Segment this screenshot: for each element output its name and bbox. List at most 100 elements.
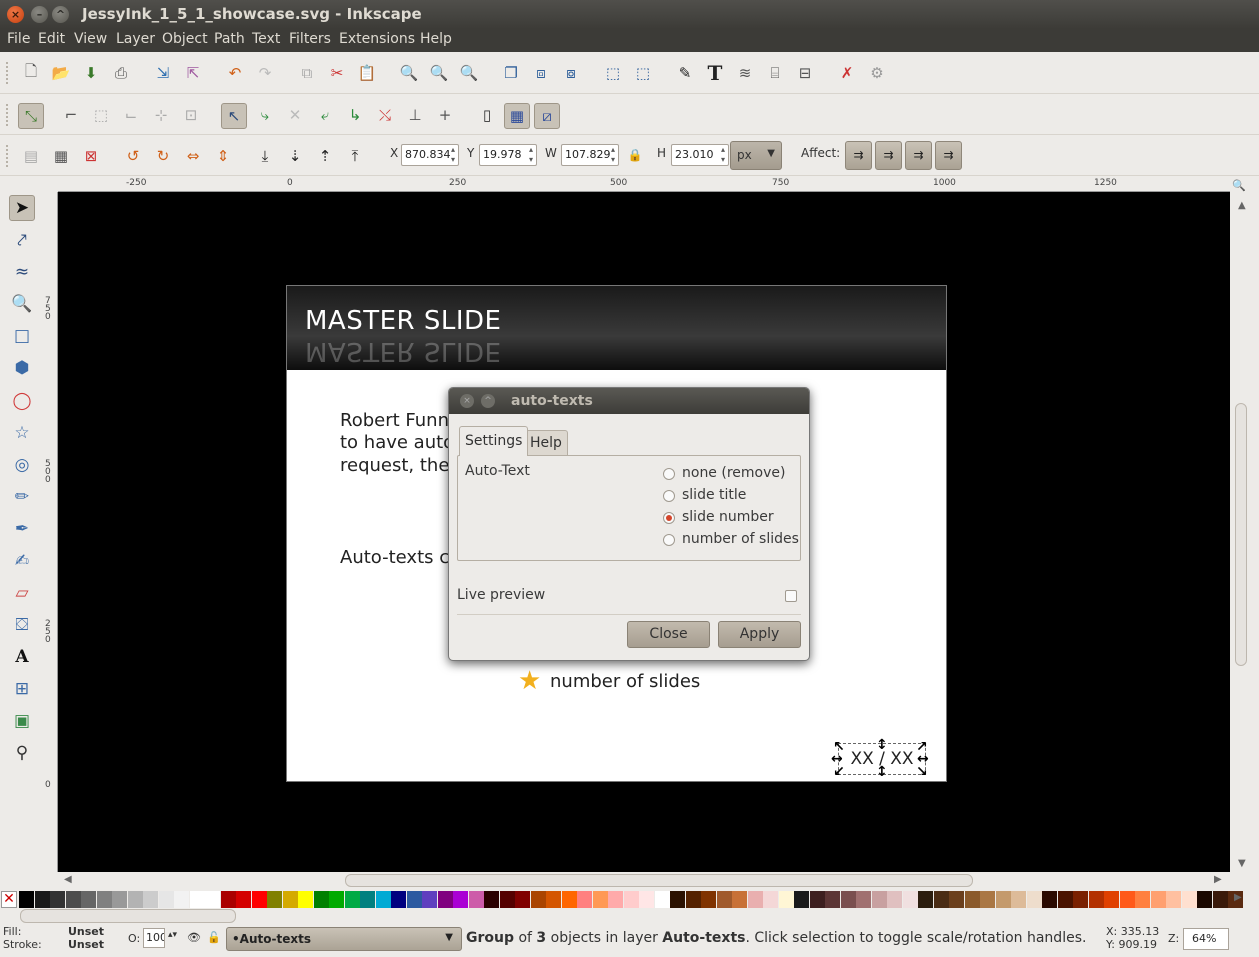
scale-handle-icon[interactable]: ↕ — [876, 765, 888, 779]
ellipse-tool-icon[interactable]: ◯ — [9, 388, 35, 414]
flip-horizontal-icon[interactable]: ⇔ — [182, 145, 204, 167]
zoom-drawing-icon[interactable]: 🔍 — [428, 62, 450, 84]
color-swatch[interactable] — [484, 891, 499, 908]
3d-box-tool-icon[interactable]: ⬢ — [9, 355, 35, 381]
gradient-tool-icon[interactable]: ▣ — [9, 708, 35, 734]
menu-object[interactable]: Object — [162, 31, 208, 47]
color-swatch[interactable] — [112, 891, 127, 908]
color-swatch[interactable] — [515, 891, 530, 908]
scroll-down-icon[interactable]: ▼ — [1238, 858, 1246, 869]
color-swatch[interactable] — [468, 891, 484, 908]
select-all-layers-icon[interactable]: ▦ — [50, 145, 72, 167]
h-spinbox[interactable]: 23.010 — [671, 144, 729, 166]
calligraphy-tool-icon[interactable]: ✍ — [9, 548, 35, 574]
connector-tool-icon[interactable]: ⊞ — [9, 676, 35, 702]
color-swatch[interactable] — [809, 891, 825, 908]
fill-stroke-icon[interactable]: ✎ — [674, 62, 696, 84]
color-swatch[interactable] — [360, 891, 375, 908]
scroll-left-icon[interactable]: ◀ — [64, 874, 72, 885]
pen-tool-icon[interactable]: ✒ — [9, 516, 35, 542]
color-swatch[interactable] — [701, 891, 716, 908]
unlink-clone-icon[interactable]: ⧇ — [560, 62, 582, 84]
color-swatch[interactable] — [1042, 891, 1057, 908]
stroke-value[interactable]: Unset — [68, 938, 104, 951]
color-swatch[interactable] — [1135, 891, 1150, 908]
save-icon[interactable]: ⬇ — [80, 62, 102, 84]
option-number-of-slides-label[interactable]: number of slides — [682, 531, 799, 547]
color-swatch[interactable] — [391, 891, 406, 908]
snap-midpoints-icon[interactable]: ⤯ — [374, 104, 396, 126]
color-swatch[interactable] — [282, 891, 298, 908]
paint-bucket-tool-icon[interactable]: ⛋ — [9, 612, 35, 638]
snap-bbox-center-icon[interactable]: ⊡ — [180, 104, 202, 126]
option-slide-number-label[interactable]: slide number — [682, 509, 774, 525]
rectangle-tool-icon[interactable]: □ — [9, 323, 35, 349]
slide-body-line[interactable]: to have auto — [340, 432, 454, 455]
tab-help[interactable]: Help — [524, 430, 568, 456]
color-swatch[interactable] — [561, 891, 577, 908]
option-slide-title-label[interactable]: slide title — [682, 487, 746, 503]
menu-filters[interactable]: Filters — [289, 31, 331, 47]
color-swatch[interactable] — [1088, 891, 1104, 908]
color-swatch[interactable] — [220, 891, 236, 908]
xml-editor-icon[interactable]: ⌸ — [764, 62, 786, 84]
menu-file[interactable]: File — [7, 31, 30, 47]
snap-page-border-icon[interactable]: ▯ — [476, 104, 498, 126]
paste-icon[interactable]: 📋 — [356, 62, 378, 84]
color-swatch[interactable] — [763, 891, 778, 908]
affect-corners-button[interactable]: ⇉ — [875, 141, 902, 170]
open-icon[interactable]: 📂 — [50, 62, 72, 84]
color-swatch[interactable] — [437, 891, 453, 908]
layer-select[interactable]: •Auto-texts ▼ — [226, 927, 462, 951]
zoom-page-icon[interactable]: 🔍 — [458, 62, 480, 84]
zoom-corner-icon[interactable]: 🔍 — [1232, 178, 1246, 192]
opacity-spin-icon[interactable]: ▴▾ — [168, 930, 177, 940]
color-swatch[interactable] — [546, 891, 561, 908]
snap-cusp-icon[interactable]: ⤶ — [314, 104, 336, 126]
align-distribute-icon[interactable]: ⊟ — [794, 62, 816, 84]
color-swatch[interactable] — [205, 891, 220, 908]
tab-settings[interactable]: Settings — [459, 426, 529, 456]
menu-edit[interactable]: Edit — [38, 31, 65, 47]
menu-extensions[interactable]: Extensions — [339, 31, 415, 47]
color-swatch[interactable] — [856, 891, 871, 908]
text-font-icon[interactable]: T — [704, 61, 726, 85]
visibility-icon[interactable]: 👁 — [187, 931, 201, 944]
preferences-icon[interactable]: ✗ — [836, 62, 858, 84]
color-swatch[interactable] — [670, 891, 685, 908]
color-swatch[interactable] — [406, 891, 422, 908]
lower-icon[interactable]: ⇣ — [284, 145, 306, 167]
group-icon[interactable]: ⬚ — [602, 62, 624, 84]
color-swatch[interactable] — [81, 891, 96, 908]
raise-to-top-icon[interactable]: ⤒ — [344, 145, 366, 167]
deselect-icon[interactable]: ⊠ — [80, 145, 102, 167]
clone-icon[interactable]: ⧈ — [530, 62, 552, 84]
scroll-right-icon[interactable]: ▶ — [1214, 874, 1222, 885]
slide-title[interactable]: MASTER SLIDE — [305, 306, 501, 336]
apply-button[interactable]: Apply — [718, 621, 801, 648]
rotate-ccw-icon[interactable]: ↺ — [122, 145, 144, 167]
lock-icon[interactable]: 🔒 — [624, 144, 646, 166]
window-minimize-button[interactable]: – — [31, 6, 48, 23]
color-swatch[interactable] — [949, 891, 964, 908]
color-swatch[interactable] — [623, 891, 639, 908]
opacity-input[interactable]: 100 — [143, 928, 165, 948]
toolbar-grip-3[interactable] — [6, 145, 10, 167]
dialog-maximize-icon[interactable]: ^ — [481, 394, 495, 408]
raise-icon[interactable]: ⇡ — [314, 145, 336, 167]
affect-stroke-button[interactable]: ⇉ — [845, 141, 872, 170]
radio-slide-title[interactable] — [663, 490, 675, 502]
menu-layer[interactable]: Layer — [116, 31, 155, 47]
color-swatch[interactable] — [158, 891, 174, 908]
color-swatch[interactable] — [65, 891, 81, 908]
window-maximize-button[interactable]: ^ — [52, 6, 69, 23]
color-swatch[interactable] — [143, 891, 158, 908]
color-swatch[interactable] — [344, 891, 360, 908]
snap-guide-icon[interactable]: ⧄ — [534, 103, 560, 129]
layers-icon[interactable]: ≋ — [734, 62, 756, 84]
scale-handle-icon[interactable]: ↙ — [833, 765, 845, 779]
radio-slide-number[interactable] — [663, 512, 675, 524]
export-icon[interactable]: ⇱ — [182, 62, 204, 84]
menu-text[interactable]: Text — [252, 31, 280, 47]
color-swatch[interactable] — [499, 891, 515, 908]
